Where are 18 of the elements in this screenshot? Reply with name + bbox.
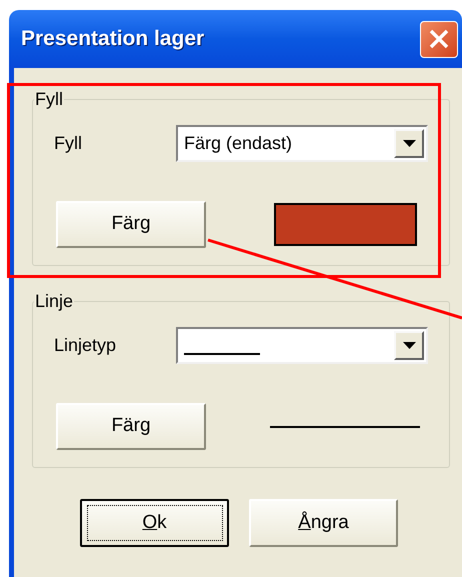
close-button[interactable] bbox=[420, 20, 458, 58]
dialog-button[interactable]: Ok bbox=[80, 499, 229, 547]
color-button[interactable]: Färg bbox=[56, 201, 206, 248]
group-title: Linje bbox=[34, 290, 74, 313]
dropdown-arrow-button[interactable] bbox=[394, 129, 424, 158]
close-icon bbox=[428, 28, 450, 50]
dropdown-value: Färg (endast) bbox=[184, 132, 292, 155]
dropdown[interactable] bbox=[176, 327, 428, 364]
field-label: Linjetyp bbox=[54, 334, 118, 357]
dialog-button[interactable]: Ångra bbox=[249, 499, 398, 547]
caret-icon bbox=[402, 342, 416, 349]
dropdown-arrow-button[interactable] bbox=[394, 331, 424, 360]
field-label: Fyll bbox=[54, 132, 83, 155]
dropdown[interactable]: Färg (endast) bbox=[176, 125, 428, 162]
caret-icon bbox=[402, 140, 416, 147]
color-button[interactable]: Färg bbox=[56, 403, 206, 450]
window-title: Presentation lager bbox=[21, 26, 204, 52]
group-title: Fyll bbox=[34, 88, 64, 111]
